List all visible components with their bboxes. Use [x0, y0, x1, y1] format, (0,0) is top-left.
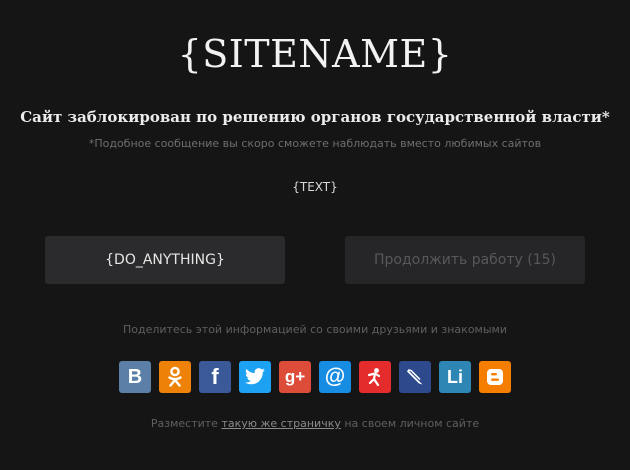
headline: Сайт заблокирован по решению органов гос… [20, 108, 610, 126]
share-text: Поделитесь этой информацией со своими др… [123, 323, 507, 336]
odnoklassniki-icon [166, 366, 184, 388]
google-plus-share-button[interactable]: g+ [279, 361, 311, 393]
footnote: *Подобное сообщение вы скоро сможете наб… [88, 137, 542, 150]
moi-krug-icon [365, 367, 385, 387]
livejournal-icon [405, 367, 425, 387]
odnoklassniki-share-button[interactable] [159, 361, 191, 393]
mail-ru-share-button[interactable]: @ [319, 361, 351, 393]
livejournal-share-button[interactable] [399, 361, 431, 393]
mail-ru-icon: @ [324, 365, 346, 388]
footer-text-before: Разместите [150, 417, 222, 430]
vk-icon: В [127, 365, 143, 388]
text-placeholder: {TEXT} [292, 180, 338, 194]
blogger-share-button[interactable] [479, 361, 511, 393]
facebook-icon: f [211, 364, 219, 389]
social-share-bar: В f g+ @ Li [0, 361, 630, 393]
copy-page-link[interactable]: такую же страничку [221, 417, 340, 430]
liveinternet-share-button[interactable]: Li [439, 361, 471, 393]
continue-button[interactable]: Продолжить работу (15) [345, 236, 585, 284]
moi-krug-share-button[interactable] [359, 361, 391, 393]
site-title: {SITENAME} [177, 32, 453, 76]
google-plus-icon: g+ [284, 367, 306, 386]
blogger-icon [486, 368, 504, 386]
block-page: {SITENAME} Сайт заблокирован по решению … [0, 0, 630, 470]
vk-share-button[interactable]: В [119, 361, 151, 393]
do-anything-button[interactable]: {DO_ANYTHING} [45, 236, 285, 284]
liveinternet-icon: Li [447, 366, 463, 387]
footer-text-after: на своем личном сайте [340, 417, 480, 430]
twitter-icon [244, 368, 266, 386]
footer-note: Разместите такую же страничку на своем л… [0, 417, 630, 430]
facebook-share-button[interactable]: f [199, 361, 231, 393]
twitter-share-button[interactable] [239, 361, 271, 393]
